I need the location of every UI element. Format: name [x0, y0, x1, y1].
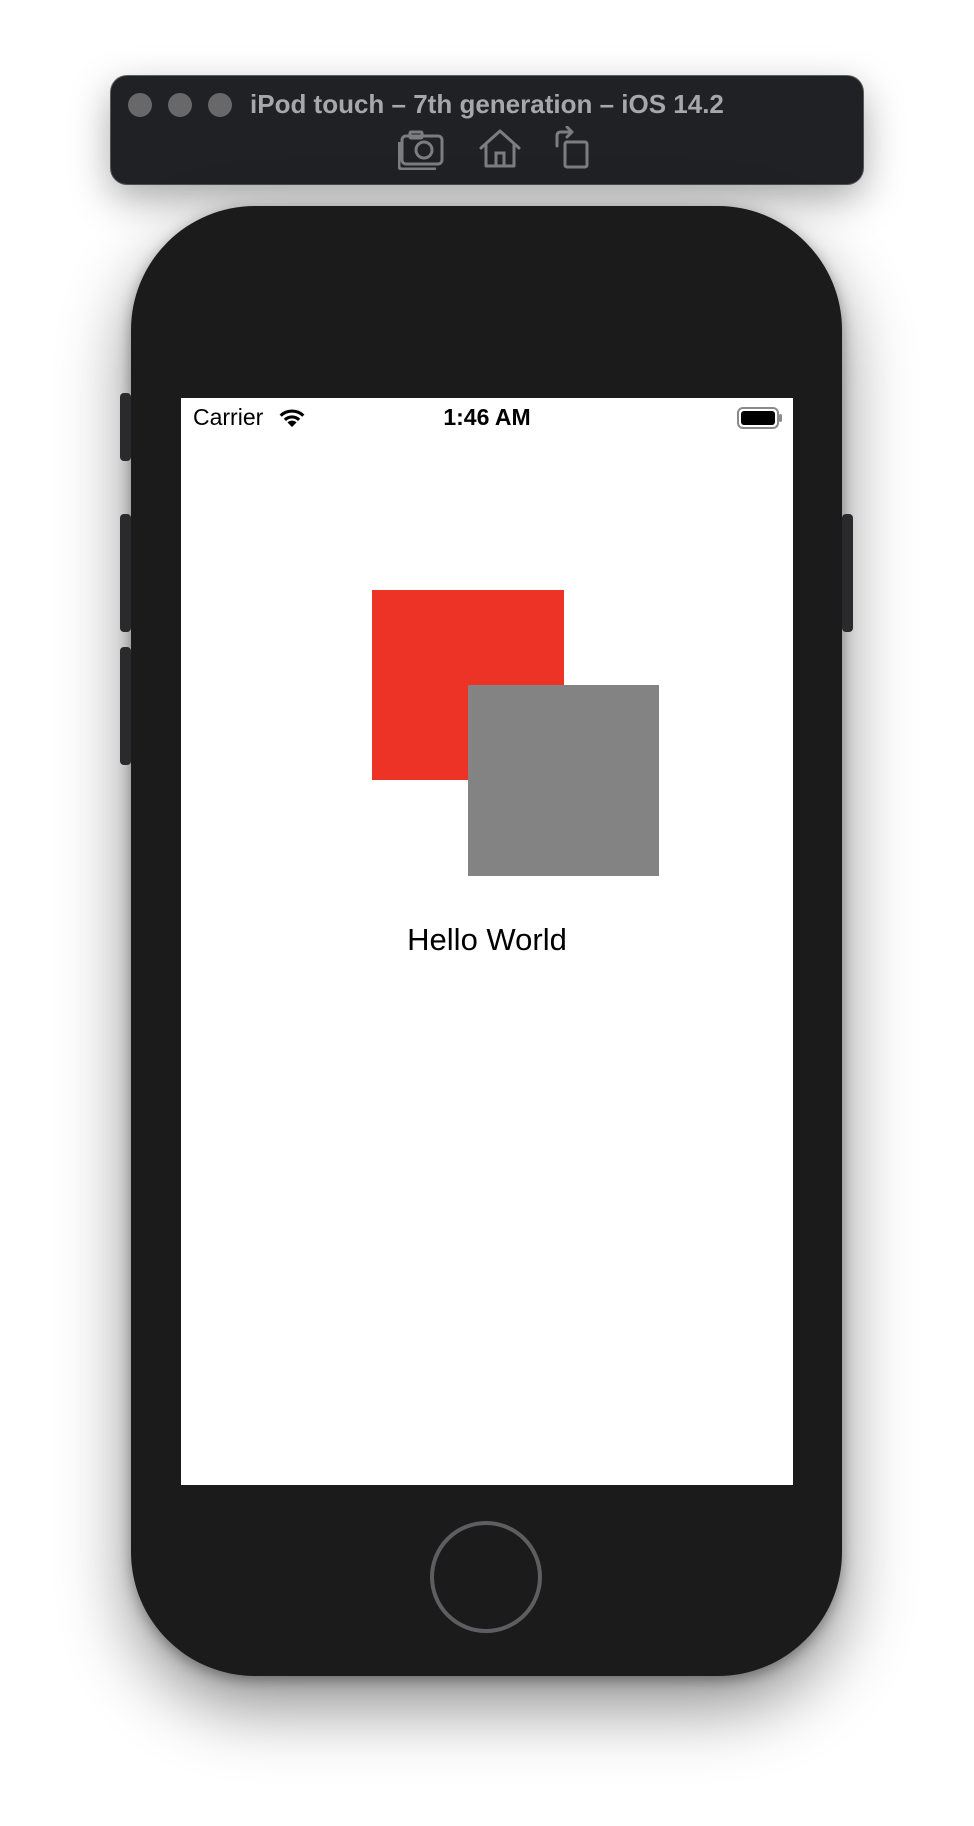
status-bar: Carrier 1:46 AM	[181, 398, 793, 438]
status-time: 1:46 AM	[443, 404, 531, 430]
battery-icon	[737, 407, 783, 429]
device-screen: Carrier 1:46 AM Hello World	[181, 398, 793, 1485]
volume-up-button[interactable]	[120, 514, 131, 632]
gray-square	[468, 685, 659, 876]
ipod-touch-device: Carrier 1:46 AM Hello World	[120, 206, 853, 1676]
minimize-window-button[interactable]	[168, 93, 192, 117]
close-window-button[interactable]	[128, 93, 152, 117]
hello-world-label: Hello World	[407, 922, 567, 957]
simulator-title: iPod touch – 7th generation – iOS 14.2	[250, 89, 724, 119]
zoom-window-button[interactable]	[208, 93, 232, 117]
canvas: iPod touch – 7th generation – iOS 14.2 C…	[0, 0, 974, 1826]
rotate-icon[interactable]	[549, 125, 599, 170]
home-icon[interactable]	[475, 126, 525, 170]
home-button[interactable]	[430, 1521, 542, 1633]
volume-down-button[interactable]	[120, 647, 131, 765]
power-button[interactable]	[842, 514, 853, 632]
mute-switch[interactable]	[120, 393, 131, 461]
screenshot-icon[interactable]	[397, 126, 448, 171]
simulator-title-bar: iPod touch – 7th generation – iOS 14.2	[111, 76, 863, 184]
